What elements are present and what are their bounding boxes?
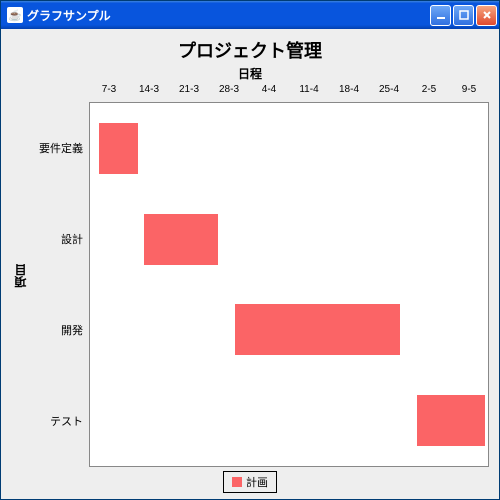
x-tick: 2-5	[409, 84, 449, 102]
gantt-bar	[144, 214, 218, 265]
gantt-bar	[235, 304, 400, 355]
legend-series-label: 計画	[246, 474, 268, 490]
y-category-label: 設計	[29, 193, 89, 284]
x-tick: 18-4	[329, 84, 369, 102]
gantt-bar	[417, 395, 485, 446]
close-button[interactable]	[476, 5, 497, 26]
plot-area	[89, 102, 489, 467]
chart-body: 項目 要件定義設計開発テスト 7-314-321-328-34-411-418-…	[11, 84, 489, 467]
x-tick: 4-4	[249, 84, 289, 102]
x-tick: 21-3	[169, 84, 209, 102]
x-ticks: 7-314-321-328-34-411-418-425-42-59-5	[89, 84, 489, 102]
y-category-label: テスト	[29, 376, 89, 467]
y-category-label: 開発	[29, 285, 89, 376]
maximize-button[interactable]	[453, 5, 474, 26]
y-axis-label-container: 項目	[11, 84, 29, 467]
legend: 計画	[223, 471, 277, 493]
window-title: グラフサンプル	[27, 7, 430, 24]
minimize-button[interactable]	[430, 5, 451, 26]
java-icon: ☕	[7, 7, 23, 23]
x-tick: 25-4	[369, 84, 409, 102]
window-buttons	[430, 5, 497, 26]
gantt-bar	[99, 123, 139, 174]
x-tick: 9-5	[449, 84, 489, 102]
chart-title: プロジェクト管理	[11, 37, 489, 63]
x-tick: 28-3	[209, 84, 249, 102]
chart-panel: プロジェクト管理 日程 項目 要件定義設計開発テスト 7-314-321-328…	[1, 29, 499, 499]
y-category-label: 要件定義	[29, 102, 89, 193]
x-axis-label: 日程	[11, 65, 489, 82]
y-categories-column: 要件定義設計開発テスト	[29, 84, 89, 467]
legend-swatch-icon	[232, 477, 242, 487]
plot-column: 7-314-321-328-34-411-418-425-42-59-5	[89, 84, 489, 467]
legend-row: 計画	[11, 467, 489, 493]
x-tick: 7-3	[89, 84, 129, 102]
titlebar[interactable]: ☕ グラフサンプル	[1, 1, 499, 29]
x-tick: 14-3	[129, 84, 169, 102]
x-tick: 11-4	[289, 84, 329, 102]
y-axis-label: 項目	[12, 264, 29, 288]
app-window: ☕ グラフサンプル プロジェクト管理 日程 項目 要件定義設計開発テスト	[0, 0, 500, 500]
